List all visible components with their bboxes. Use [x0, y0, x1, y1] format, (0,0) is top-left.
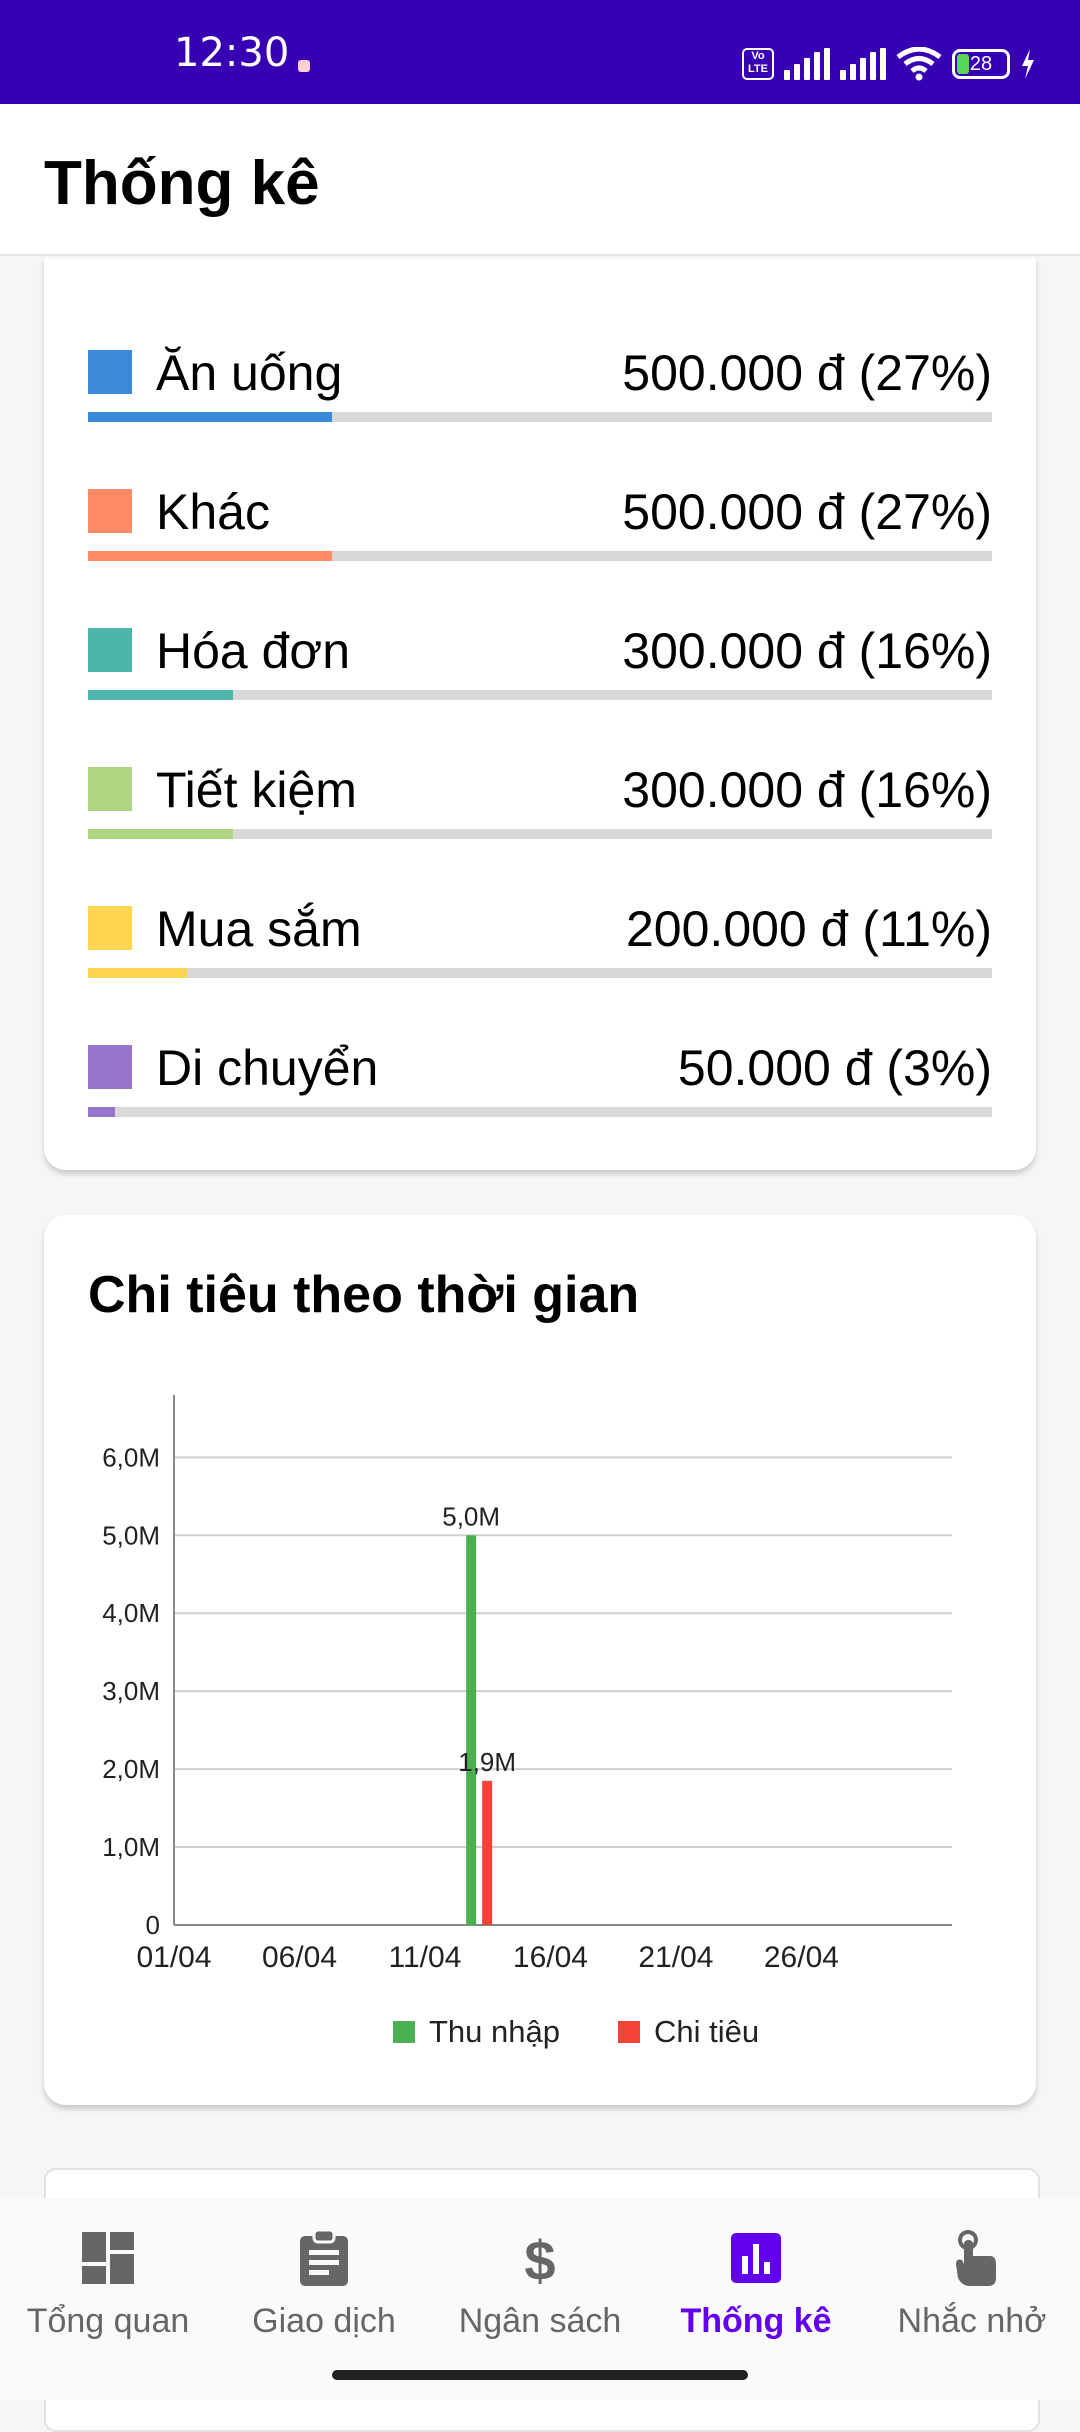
nav-item-transactions[interactable]: Giao dịch [216, 2228, 432, 2341]
signal-icon-2 [840, 48, 886, 80]
category-name: Khác [156, 484, 270, 540]
nav-label: Giao dịch [252, 2302, 396, 2340]
category-row[interactable]: Hóa đơn 300.000 đ (16%) [88, 596, 992, 700]
legend-swatch [618, 2021, 640, 2043]
category-color-swatch [88, 1045, 132, 1089]
category-color-swatch [88, 906, 132, 950]
category-progress-fill [88, 968, 188, 978]
category-progress-track [88, 1107, 992, 1117]
category-amount: 200.000 đ (11%) [626, 901, 992, 957]
y-tick-label: 5,0M [102, 1520, 160, 1550]
category-row[interactable]: Tiết kiệm 300.000 đ (16%) [88, 735, 992, 839]
category-name: Tiết kiệm [156, 762, 357, 818]
status-icons: Vo LTE 28 [742, 44, 1036, 84]
data-label: 1,9M [458, 1747, 516, 1777]
category-color-swatch [88, 767, 132, 811]
nav-label: Ngân sách [458, 2302, 622, 2340]
nav-label: Nhắc nhở [897, 2302, 1047, 2340]
category-progress-fill [88, 690, 233, 700]
x-tick-label: 06/04 [262, 1941, 337, 1974]
category-name: Mua sắm [156, 901, 362, 957]
category-progress-track [88, 829, 992, 839]
chart-bar [482, 1780, 493, 1925]
y-tick-label: 4,0M [102, 1598, 160, 1628]
y-tick-label: 2,0M [102, 1754, 160, 1784]
notification-icon [298, 60, 310, 72]
category-progress-track [88, 690, 992, 700]
legend-label: Thu nhập [429, 2014, 560, 2049]
touch-icon [956, 2230, 996, 2286]
category-progress-track [88, 551, 992, 561]
category-amount: 300.000 đ (16%) [622, 623, 992, 679]
category-color-swatch [88, 350, 132, 394]
battery-icon: 28 [952, 49, 1010, 79]
bar-chart-icon [731, 2233, 781, 2283]
category-amount: 500.000 đ (27%) [622, 345, 992, 401]
legend-swatch [393, 2021, 415, 2043]
status-time: 12:30 [174, 30, 290, 76]
app-bar: Thống kê [0, 104, 1080, 256]
nav-label: Tổng quan [26, 2302, 190, 2340]
clipboard-icon [300, 2228, 348, 2286]
x-tick-label: 26/04 [764, 1941, 839, 1974]
category-name: Hóa đơn [156, 623, 351, 679]
y-tick-label: 1,0M [102, 1832, 160, 1862]
nav-label: Thống kê [680, 2302, 832, 2340]
category-progress-fill [88, 829, 233, 839]
page-title: Thống kê [44, 149, 320, 218]
category-progress-track [88, 412, 992, 422]
category-progress-fill [88, 412, 333, 422]
data-label: 5,0M [442, 1501, 500, 1531]
category-amount: 50.000 đ (3%) [677, 1040, 992, 1096]
chart-title: Chi tiêu theo thời gian [88, 1266, 640, 1324]
nav-item-statistics[interactable]: Thống kê [648, 2228, 864, 2341]
category-amount: 500.000 đ (27%) [622, 484, 992, 540]
y-tick-label: 3,0M [102, 1676, 160, 1706]
category-progress-fill [88, 1107, 116, 1117]
y-tick-label: 6,0M [102, 1442, 160, 1472]
chart-bar [466, 1535, 477, 1925]
category-color-swatch [88, 628, 132, 672]
category-row[interactable]: Di chuyển 50.000 đ (3%) [88, 1013, 992, 1117]
nav-item-reminders[interactable]: Nhắc nhở [864, 2228, 1080, 2341]
charging-icon [1022, 49, 1034, 79]
nav-item-budget[interactable]: $ Ngân sách [432, 2228, 648, 2341]
category-breakdown-card: Ăn uống 500.000 đ (27%) Khác 500.000 đ (… [44, 258, 1036, 1170]
signal-icon [784, 48, 830, 80]
legend-label: Chi tiêu [654, 2014, 759, 2049]
category-row[interactable]: Khác 500.000 đ (27%) [88, 457, 992, 561]
nav-item-overview[interactable]: Tổng quan [0, 2228, 216, 2341]
category-progress-fill [88, 551, 333, 561]
category-name: Ăn uống [156, 345, 343, 401]
category-row[interactable]: Mua sắm 200.000 đ (11%) [88, 874, 992, 978]
volte-icon: Vo LTE [742, 48, 774, 80]
x-tick-label: 01/04 [136, 1941, 211, 1974]
category-color-swatch [88, 489, 132, 533]
y-tick-label: 0 [146, 1910, 160, 1940]
wifi-icon [896, 47, 942, 81]
spending-time-chart: 0 1,0M 2,0M 3,0M 4,0M 5,0M 6,0M 01/04 06/04 11/04… [102, 1395, 952, 2049]
dashboard-icon [82, 2232, 134, 2284]
category-name: Di chuyển [156, 1040, 379, 1096]
category-row[interactable]: Ăn uống 500.000 đ (27%) [88, 318, 992, 422]
dollar-icon: $ [524, 2229, 555, 2288]
home-indicator[interactable] [332, 2370, 748, 2380]
x-tick-label: 21/04 [638, 1941, 713, 1974]
category-progress-track [88, 968, 992, 978]
category-amount: 300.000 đ (16%) [622, 762, 992, 818]
x-tick-label: 16/04 [513, 1941, 588, 1974]
status-bar: 12:30 Vo LTE 28 [0, 0, 1080, 104]
spending-over-time-card: Chi tiêu theo thời gian 0 1,0M 2,0M 3,0M 4,0… [44, 1215, 1036, 2105]
svg-text:$: $ [524, 2229, 555, 2288]
x-tick-label: 11/04 [389, 1941, 462, 1974]
